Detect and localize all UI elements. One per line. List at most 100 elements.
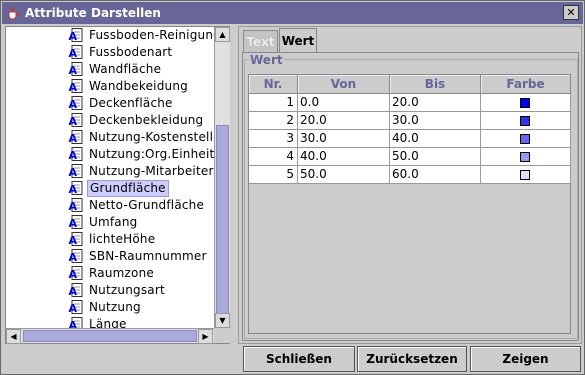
dialog-window: Attribute Darstellen ✕ A Fussboden-Reinig…: [0, 0, 585, 375]
group-title: Wert: [249, 53, 284, 67]
cell-von[interactable]: 40.0: [298, 148, 390, 166]
horizontal-scroll-thumb[interactable]: [23, 330, 197, 342]
horizontal-scrollbar[interactable]: ◀ ▶: [6, 328, 214, 344]
vertical-scroll-thumb[interactable]: [216, 125, 229, 315]
split-pane-divider[interactable]: [231, 26, 237, 344]
close-icon: ✕: [566, 6, 576, 19]
table-row[interactable]: 4 40.0 50.0: [249, 148, 571, 166]
scroll-left-arrow-icon[interactable]: ◀: [6, 329, 21, 344]
tree-item[interactable]: A Nutzung-Kostenstelle: [6, 129, 214, 146]
tree-item-label: SBN-Raumnummer: [89, 249, 207, 263]
svg-text:A: A: [69, 217, 78, 230]
svg-text:A: A: [69, 268, 78, 281]
tree-item[interactable]: A Nutzung:Org.Einheit: [6, 146, 214, 163]
table-row[interactable]: 3 30.0 40.0: [249, 130, 571, 148]
svg-text:A: A: [69, 234, 78, 247]
cell-von[interactable]: 30.0: [298, 130, 390, 148]
attribute-document-icon: A: [68, 283, 84, 298]
svg-text:A: A: [69, 251, 78, 264]
vertical-scrollbar[interactable]: ▲ ▼: [214, 27, 230, 328]
close-button[interactable]: Schließen: [243, 346, 355, 372]
cell-bis[interactable]: 20.0: [390, 94, 481, 112]
attribute-document-icon: A: [68, 300, 84, 315]
tree-item-label: Netto-Grundfläche: [89, 198, 205, 212]
attribute-document-icon: A: [68, 147, 84, 162]
tree-item-label: Umfang: [89, 215, 138, 229]
color-swatch: [520, 152, 530, 162]
tree-item[interactable]: A Deckenfläche: [6, 95, 214, 112]
tree-item[interactable]: A Fussboden-Reinigung: [6, 27, 214, 44]
tree-item-label: Nutzung-Kostenstelle: [89, 130, 214, 144]
cell-bis[interactable]: 50.0: [390, 148, 481, 166]
title-bar[interactable]: Attribute Darstellen ✕: [2, 2, 583, 24]
svg-text:A: A: [69, 115, 78, 128]
scroll-right-arrow-icon[interactable]: ▶: [198, 329, 213, 344]
column-header-von[interactable]: Von: [298, 75, 390, 94]
tree-item[interactable]: A SBN-Raumnummer: [6, 248, 214, 265]
tree-item-label: Raumzone: [89, 266, 154, 280]
tree-item[interactable]: A Nutzungsart: [6, 282, 214, 299]
tab-wert[interactable]: Wert: [279, 28, 317, 52]
table-row[interactable]: 1 0.0 20.0: [249, 94, 571, 112]
cell-nr[interactable]: 2: [249, 112, 298, 130]
tree-item[interactable]: A Nutzung-Mitarbeiter: [6, 163, 214, 180]
attribute-document-icon: A: [68, 45, 84, 60]
cell-bis[interactable]: 30.0: [390, 112, 481, 130]
tree-item[interactable]: A Nutzung: [6, 299, 214, 316]
cell-bis[interactable]: 60.0: [390, 166, 481, 184]
column-header-farbe[interactable]: Farbe: [481, 75, 571, 94]
color-swatch: [520, 98, 530, 108]
color-swatch: [520, 170, 530, 180]
table-row[interactable]: 2 20.0 30.0: [249, 112, 571, 130]
color-swatch: [520, 116, 530, 126]
column-header-nr[interactable]: Nr.: [249, 75, 298, 94]
svg-text:A: A: [69, 30, 78, 43]
svg-text:A: A: [69, 166, 78, 179]
cell-von[interactable]: 20.0: [298, 112, 390, 130]
tree-item[interactable]: A Grundfläche: [6, 180, 214, 197]
tree-item[interactable]: AlichteHöhe: [6, 231, 214, 248]
reset-button[interactable]: Zurücksetzen: [357, 346, 467, 372]
cell-bis[interactable]: 40.0: [390, 130, 481, 148]
tree-item-label: Nutzung:Org.Einheit: [89, 147, 214, 161]
column-header-bis[interactable]: Bis: [390, 75, 481, 94]
tree-item[interactable]: A Wandfläche: [6, 61, 214, 78]
tab-text[interactable]: Text: [243, 30, 278, 52]
tree-item[interactable]: A Deckenbekleidung: [6, 112, 214, 129]
svg-text:A: A: [69, 132, 78, 145]
scroll-up-arrow-icon[interactable]: ▲: [215, 27, 230, 42]
tree-item[interactable]: A Raumzone: [6, 265, 214, 282]
cell-nr[interactable]: 5: [249, 166, 298, 184]
attribute-document-icon: A: [68, 198, 84, 213]
show-button[interactable]: Zeigen: [470, 346, 581, 372]
cell-farbe[interactable]: [481, 166, 571, 184]
cell-nr[interactable]: 3: [249, 130, 298, 148]
tree-item[interactable]: A Netto-Grundfläche: [6, 197, 214, 214]
cell-farbe[interactable]: [481, 112, 571, 130]
tree-item[interactable]: A Wandbekeidung: [6, 78, 214, 95]
table-row[interactable]: 5 50.0 60.0: [249, 166, 571, 184]
attribute-document-icon: A: [68, 249, 84, 264]
cell-von[interactable]: 0.0: [298, 94, 390, 112]
tree-item[interactable]: A Länge: [6, 316, 214, 328]
attribute-tree: A Fussboden-Reinigung A Fussbodenart A Wandfl…: [6, 27, 214, 328]
cell-von[interactable]: 50.0: [298, 166, 390, 184]
cell-farbe[interactable]: [481, 130, 571, 148]
cell-nr[interactable]: 4: [249, 148, 298, 166]
tree-item[interactable]: A Fussbodenart: [6, 44, 214, 61]
scroll-down-arrow-icon[interactable]: ▼: [215, 313, 230, 328]
svg-text:A: A: [69, 64, 78, 77]
attribute-document-icon: A: [68, 96, 84, 111]
svg-text:A: A: [69, 98, 78, 111]
tree-item-label: Deckenfläche: [89, 96, 173, 110]
close-window-button[interactable]: ✕: [563, 5, 579, 20]
svg-text:A: A: [69, 200, 78, 213]
cell-nr[interactable]: 1: [249, 94, 298, 112]
tree-item-label: Nutzungsart: [89, 283, 165, 297]
tree-item-label: Fussbodenart: [89, 45, 173, 59]
tree-item[interactable]: A Umfang: [6, 214, 214, 231]
attribute-document-icon: A: [68, 181, 84, 196]
cell-farbe[interactable]: [481, 148, 571, 166]
cell-farbe[interactable]: [481, 94, 571, 112]
tree-item-label: Nutzung-Mitarbeiter: [89, 164, 214, 178]
